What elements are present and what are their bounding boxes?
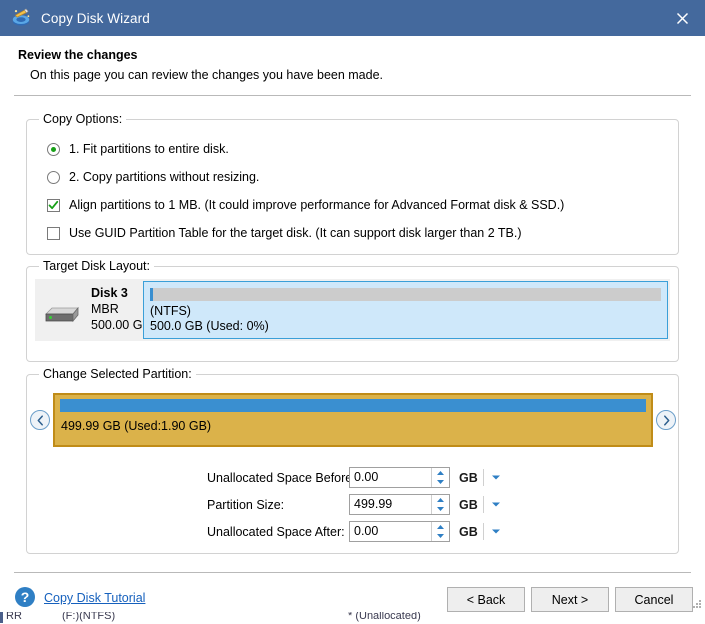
chevron-down-icon [491,475,500,480]
change-selected-partition-group: Change Selected Partition: 499.99 GB (Us… [26,367,679,554]
target-disk-info: Disk 3 MBR 500.00 GB [91,285,151,333]
copy-option-align-partitions[interactable]: Align partitions to 1 MB. (It could impr… [47,198,564,212]
target-disk-panel: Disk 3 MBR 500.00 GB (NTFS) 500.0 GB (Us… [35,279,670,341]
background-fragment-mid: (F:)(NTFS) [62,611,116,622]
partition-size-stepper[interactable] [431,495,449,514]
background-window-edge [0,611,3,623]
chevron-down-icon [491,502,500,507]
chevron-down-icon [491,529,500,534]
unallocated-space-after-row: Unallocated Space After: 0.00 GB [207,521,527,542]
target-disk-usage-fill [150,288,153,301]
background-window-strip: RR (F:)(NTFS) * (Unallocated) [0,611,705,624]
copy-option-align-partitions-label: Align partitions to 1 MB. (It could impr… [69,198,565,212]
selected-partition-block[interactable]: 499.99 GB (Used:1.90 GB) [53,393,653,447]
question-mark-icon[interactable]: ? [14,586,36,608]
close-button[interactable] [659,0,705,36]
target-disk-scheme: MBR [91,302,119,316]
stepper-down-icon[interactable] [436,505,445,514]
unallocated-space-before-label: Unallocated Space Before: [207,470,356,485]
stepper-up-icon[interactable] [436,496,445,505]
partition-size-unit-dropdown[interactable] [490,500,501,509]
stepper-down-icon[interactable] [436,532,445,541]
partition-size-input[interactable]: 499.99 [349,494,450,515]
next-partition-button[interactable] [656,410,676,430]
page-title: Review the changes [18,48,138,62]
partition-size-unit: GB [459,497,478,512]
target-disk-partition-size: 500.0 GB (Used: 0%) [150,319,269,333]
background-fragment-right: * (Unallocated) [348,611,421,622]
selected-partition-text: 499.99 GB (Used:1.90 GB) [61,419,212,433]
unallocated-space-after-unit: GB [459,524,478,539]
partition-size-label: Partition Size: [207,497,285,512]
target-disk-name: Disk 3 [91,286,128,300]
header-divider [14,95,691,96]
change-selected-partition-legend: Change Selected Partition: [39,367,196,381]
copy-option-without-resizing[interactable]: 2. Copy partitions without resizing. [47,170,259,184]
unallocated-space-after-stepper[interactable] [431,522,449,541]
copy-options-group: Copy Options: 1. Fit partitions to entir… [26,112,679,255]
resize-grip[interactable] [691,598,703,610]
window-title: Copy Disk Wizard [41,10,150,26]
footer-divider [14,572,691,573]
back-button[interactable]: < Back [447,587,525,612]
target-disk-usage-bar [150,288,661,301]
unit-separator [483,496,484,513]
radio-without-resizing-icon[interactable] [47,170,60,184]
copy-disk-wizard-icon [11,8,31,28]
stepper-up-icon[interactable] [436,523,445,532]
chevron-left-icon [37,414,43,426]
title-bar: Copy Disk Wizard [0,0,705,36]
svg-text:?: ? [21,589,30,605]
previous-partition-button[interactable] [30,410,50,430]
target-disk-layout-legend: Target Disk Layout: [39,259,154,273]
unallocated-space-after-label: Unallocated Space After: [207,524,345,539]
unit-separator [483,523,484,540]
unit-separator [483,469,484,486]
selected-partition-usage-bar [60,399,646,412]
chevron-right-icon [663,414,669,426]
unallocated-space-before-row: Unallocated Space Before: 0.00 GB [207,467,527,488]
radio-fit-partitions-icon[interactable] [47,142,60,156]
unallocated-space-after-value[interactable]: 0.00 [350,522,431,541]
target-disk-capacity: 500.00 GB [91,318,151,332]
copy-option-guid-partition-table[interactable]: Use GUID Partition Table for the target … [47,226,522,240]
unallocated-space-before-unit-dropdown[interactable] [490,473,501,482]
copy-option-without-resizing-label: 2. Copy partitions without resizing. [69,170,260,184]
target-disk-layout-group: Target Disk Layout: Disk 3 MBR 500.00 GB [26,259,679,362]
target-disk-partition-fs: (NTFS) [150,304,191,318]
unallocated-space-after-unit-dropdown[interactable] [490,527,501,536]
stepper-up-icon[interactable] [436,469,445,478]
copy-option-guid-partition-table-label: Use GUID Partition Table for the target … [69,226,522,240]
background-fragment-left: RR [6,611,22,622]
target-disk-partition-block[interactable]: (NTFS) 500.0 GB (Used: 0%) [143,281,668,339]
partition-size-row: Partition Size: 499.99 GB [207,494,527,515]
unallocated-space-before-stepper[interactable] [431,468,449,487]
checkbox-align-partitions-icon[interactable] [47,198,60,212]
copy-options-legend: Copy Options: [39,112,127,126]
page-subtitle: On this page you can review the changes … [30,68,384,82]
copy-option-fit-partitions[interactable]: 1. Fit partitions to entire disk. [47,142,229,156]
unallocated-space-before-input[interactable]: 0.00 [349,467,450,488]
stepper-down-icon[interactable] [436,478,445,487]
unallocated-space-before-value[interactable]: 0.00 [350,468,431,487]
cancel-button[interactable]: Cancel [615,587,693,612]
unallocated-space-after-input[interactable]: 0.00 [349,521,450,542]
target-disk-partition-text: (NTFS) 500.0 GB (Used: 0%) [150,304,269,334]
copy-option-fit-partitions-label: 1. Fit partitions to entire disk. [69,142,229,156]
unallocated-space-before-unit: GB [459,470,478,485]
copy-disk-tutorial-link[interactable]: Copy Disk Tutorial [44,591,145,605]
next-button[interactable]: Next > [531,587,609,612]
hard-disk-icon [43,305,81,327]
page-header: Review the changes On this page you can … [0,36,705,82]
copy-disk-wizard-dialog: Copy Disk Wizard Review the changes On t… [0,0,705,612]
checkbox-guid-partition-table-icon[interactable] [47,226,60,240]
partition-size-value[interactable]: 499.99 [350,495,431,514]
